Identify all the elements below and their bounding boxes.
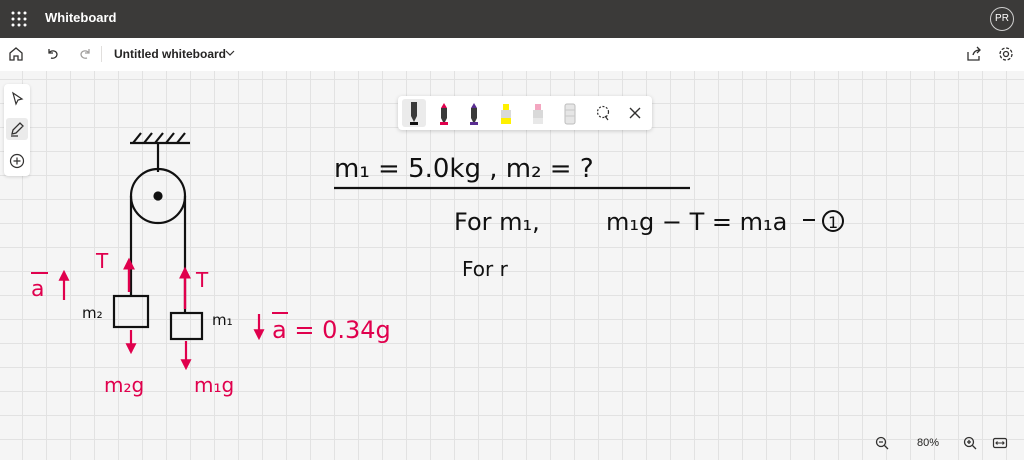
mass-m1-block: [169, 311, 204, 341]
zoom-controls: 80%: [866, 432, 1024, 456]
pulley: [129, 167, 187, 225]
accel-label-left: a: [31, 277, 44, 302]
ink-layer: m₂ m₁ T T m₂g m₁g a a = 0.34g m₁ = 5.0kg…: [31, 132, 844, 397]
equation-1: m₁g − T = m₁a: [606, 208, 787, 236]
zoom-in-icon[interactable]: [962, 435, 978, 451]
zoom-level[interactable]: 80%: [914, 437, 942, 449]
equation-1-prefix: For m₁,: [454, 208, 540, 236]
weight-label-m2: m₂g: [104, 373, 144, 397]
equation-number: 1: [828, 213, 838, 232]
tension-label-right: T: [195, 268, 209, 292]
mass-m2-block: [112, 294, 150, 329]
accel-label-right: a = 0.34g: [272, 316, 391, 344]
m2-label: m₂: [82, 304, 103, 322]
given-values: m₁ = 5.0kg , m₂ = ?: [334, 154, 594, 184]
ceiling-support: [130, 132, 190, 172]
weight-label-m1: m₁g: [194, 373, 234, 397]
partial-text: For r: [462, 257, 509, 281]
fit-to-screen-icon[interactable]: [992, 435, 1008, 451]
tension-label-left: T: [95, 249, 109, 273]
m1-label: m₁: [212, 311, 233, 329]
zoom-out-icon[interactable]: [874, 435, 890, 451]
